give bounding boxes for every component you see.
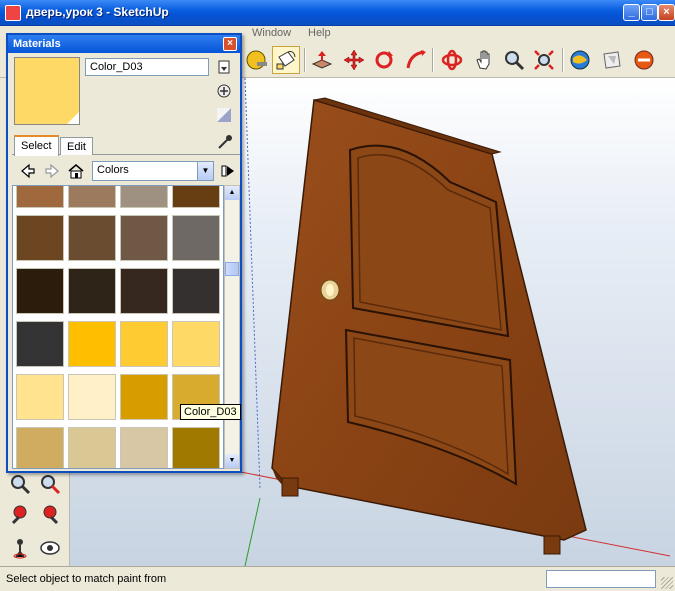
sample-paint-icon[interactable] xyxy=(217,134,233,154)
material-swatch[interactable] xyxy=(68,186,116,208)
material-swatches xyxy=(12,185,224,469)
material-swatch[interactable] xyxy=(172,321,220,367)
material-preview xyxy=(14,57,80,125)
material-swatch[interactable] xyxy=(16,374,64,420)
material-swatch[interactable] xyxy=(68,374,116,420)
push-pull-icon[interactable] xyxy=(308,46,336,74)
material-swatch[interactable] xyxy=(68,427,116,468)
title-bar: дверь,урок 3 - SketchUp _ □ × xyxy=(0,0,675,26)
details-arrow-icon[interactable] xyxy=(218,161,238,181)
status-text: Select object to match paint from xyxy=(6,573,167,585)
zoom-tool-icon[interactable] xyxy=(6,470,34,498)
material-swatch[interactable] xyxy=(120,321,168,367)
zoom-extents-icon[interactable] xyxy=(530,46,558,74)
zoom-icon[interactable] xyxy=(500,46,528,74)
toolbar-separator xyxy=(562,48,564,72)
scroll-up-icon[interactable]: ▲ xyxy=(225,186,239,200)
share-model-icon[interactable] xyxy=(598,46,626,74)
zoom-window-icon[interactable] xyxy=(36,470,64,498)
toolbar-separator xyxy=(432,48,434,72)
back-arrow-icon[interactable] xyxy=(18,161,38,181)
scroll-thumb[interactable] xyxy=(225,262,239,276)
swatch-tooltip: Color_D03 xyxy=(180,404,241,420)
status-bar: Select object to match paint from xyxy=(0,566,675,591)
home-icon[interactable] xyxy=(66,161,86,181)
material-swatch[interactable] xyxy=(172,186,220,208)
previous-view-icon[interactable] xyxy=(6,500,34,528)
orbit-icon[interactable] xyxy=(438,46,466,74)
sketchup-app-icon xyxy=(5,5,21,21)
layout-icon[interactable] xyxy=(630,46,658,74)
material-swatch[interactable] xyxy=(16,321,64,367)
materials-tabs: Select Edit xyxy=(12,135,240,156)
material-swatch[interactable] xyxy=(68,321,116,367)
materials-panel: Materials × Color_D03 Select Edit Colors… xyxy=(6,33,242,473)
material-swatch[interactable] xyxy=(120,186,168,208)
tab-select[interactable]: Select xyxy=(14,135,59,156)
library-select[interactable]: Colors ▼ xyxy=(92,161,214,181)
measurements-box[interactable] xyxy=(546,570,656,588)
material-swatch[interactable] xyxy=(172,215,220,261)
materials-close-button[interactable]: × xyxy=(223,37,237,51)
toolbar-separator xyxy=(304,48,306,72)
maximize-button[interactable]: □ xyxy=(641,4,658,21)
material-swatch[interactable] xyxy=(120,427,168,468)
create-material-icon[interactable] xyxy=(214,81,234,101)
get-models-icon[interactable] xyxy=(566,46,594,74)
tape-measure-icon[interactable] xyxy=(242,46,270,74)
menu-window[interactable]: Window xyxy=(252,27,291,39)
material-swatch[interactable] xyxy=(120,268,168,314)
material-swatch[interactable] xyxy=(16,268,64,314)
position-camera-icon[interactable] xyxy=(6,534,34,562)
close-button[interactable]: × xyxy=(658,4,675,21)
material-swatch[interactable] xyxy=(68,268,116,314)
material-name-field[interactable]: Color_D03 xyxy=(85,58,209,76)
tab-edit[interactable]: Edit xyxy=(60,137,93,155)
materials-title-bar[interactable]: Materials × xyxy=(8,35,240,53)
menu-help[interactable]: Help xyxy=(308,27,331,39)
rotate-icon[interactable] xyxy=(370,46,398,74)
material-swatch[interactable] xyxy=(16,215,64,261)
materials-title: Materials xyxy=(13,38,61,50)
window-title: дверь,урок 3 - SketchUp xyxy=(26,5,169,19)
pan-icon[interactable] xyxy=(470,46,498,74)
sketchup-window: дверь,урок 3 - SketchUp _ □ × Window Hel… xyxy=(0,0,675,591)
display-secondary-browser-icon[interactable] xyxy=(214,57,234,77)
paint-bucket-icon[interactable] xyxy=(272,46,300,74)
material-swatch[interactable] xyxy=(120,374,168,420)
preview-corner xyxy=(67,112,79,124)
default-material-icon[interactable] xyxy=(214,105,234,125)
material-swatch[interactable] xyxy=(16,186,64,208)
next-view-icon[interactable] xyxy=(36,500,64,528)
swatches-scrollbar[interactable]: ▲ ▼ xyxy=(224,185,240,469)
material-swatch[interactable] xyxy=(68,215,116,261)
resize-grip-icon[interactable] xyxy=(661,577,673,589)
scroll-down-icon[interactable]: ▼ xyxy=(225,454,239,468)
material-swatch[interactable] xyxy=(172,268,220,314)
look-around-icon[interactable] xyxy=(36,534,64,562)
material-swatch[interactable] xyxy=(172,427,220,468)
forward-arrow-icon[interactable] xyxy=(42,161,62,181)
follow-me-icon[interactable] xyxy=(402,46,430,74)
library-nav-row: Colors ▼ xyxy=(12,159,240,183)
chevron-down-icon[interactable]: ▼ xyxy=(197,162,213,180)
material-swatch[interactable] xyxy=(16,427,64,468)
library-select-value: Colors xyxy=(97,164,129,176)
minimize-button[interactable]: _ xyxy=(623,4,640,21)
move-icon[interactable] xyxy=(340,46,368,74)
material-swatch[interactable] xyxy=(120,215,168,261)
